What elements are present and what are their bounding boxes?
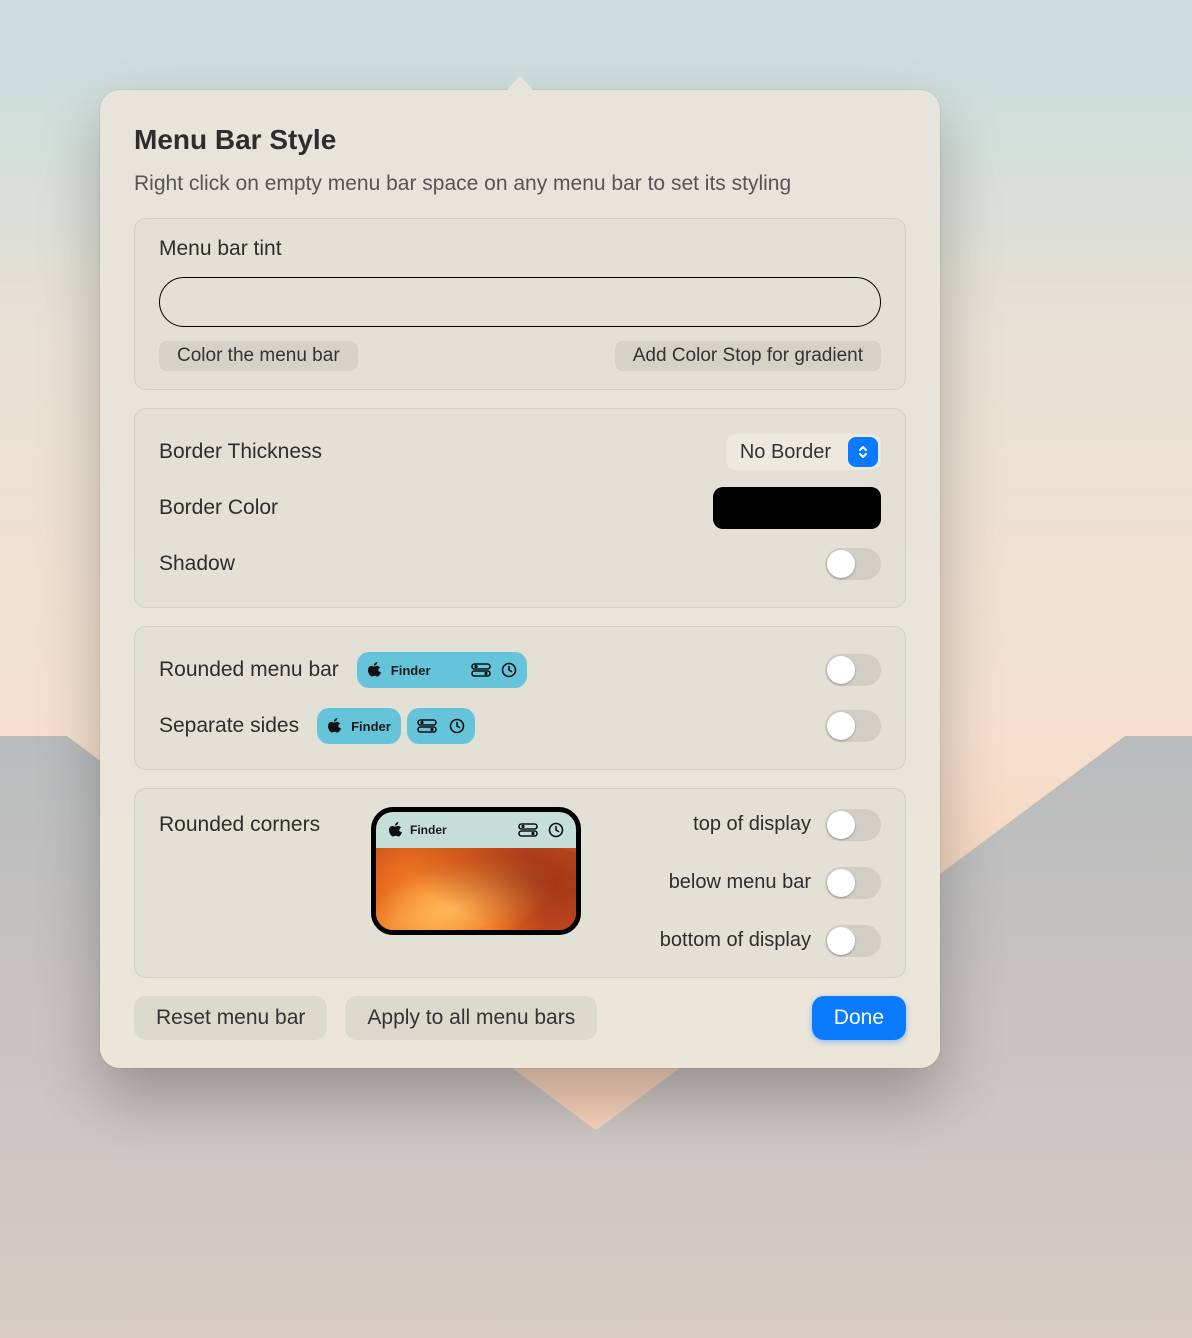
border-thickness-select[interactable]: No Border xyxy=(726,434,881,470)
top-of-display-toggle[interactable] xyxy=(825,809,881,841)
apply-to-all-button[interactable]: Apply to all menu bars xyxy=(345,996,597,1040)
add-color-stop-button[interactable]: Add Color Stop for gradient xyxy=(615,341,881,371)
tint-label: Menu bar tint xyxy=(159,237,881,261)
border-group: Border Thickness No Border Border Color … xyxy=(134,408,906,608)
top-of-display-label: top of display xyxy=(611,807,811,836)
separate-sides-toggle[interactable] xyxy=(825,710,881,742)
preview-app-name: Finder xyxy=(351,719,391,734)
border-thickness-value: No Border xyxy=(726,441,845,464)
rounded-menu-bar-toggle[interactable] xyxy=(825,654,881,686)
separate-sides-label: Separate sides xyxy=(159,714,299,738)
below-menu-bar-label: below menu bar xyxy=(611,865,811,894)
bottom-of-display-label: bottom of display xyxy=(611,923,811,952)
popover-subtitle: Right click on empty menu bar space on a… xyxy=(134,172,906,196)
rounded-menu-bar-label: Rounded menu bar xyxy=(159,658,339,682)
rounded-corners-group: Rounded corners Finder xyxy=(134,788,906,978)
apple-icon xyxy=(327,718,341,734)
menu-bar-style-popover: Menu Bar Style Right click on empty menu… xyxy=(100,90,940,1068)
chevron-up-down-icon xyxy=(848,437,878,467)
separate-sides-preview: Finder xyxy=(317,708,475,744)
preview-app-name: Finder xyxy=(410,823,447,837)
apple-icon xyxy=(388,822,402,838)
rounded-menu-bar-preview: Finder xyxy=(357,652,527,688)
preview-app-name: Finder xyxy=(391,663,431,678)
border-thickness-label: Border Thickness xyxy=(159,440,322,464)
control-center-icon xyxy=(471,663,491,677)
apple-icon xyxy=(367,662,381,678)
desktop-menu-bar-area xyxy=(0,0,1192,73)
clock-icon xyxy=(501,662,517,678)
shadow-label: Shadow xyxy=(159,552,235,576)
rounded-corners-label: Rounded corners xyxy=(159,807,320,837)
control-center-icon xyxy=(417,719,437,733)
reset-menu-bar-button[interactable]: Reset menu bar xyxy=(134,996,327,1040)
color-menu-bar-button[interactable]: Color the menu bar xyxy=(159,341,358,371)
below-menu-bar-toggle[interactable] xyxy=(825,867,881,899)
rounded-corners-preview: Finder xyxy=(371,807,581,935)
clock-icon xyxy=(449,718,465,734)
rounded-menu-bar-group: Rounded menu bar Finder xyxy=(134,626,906,770)
control-center-icon xyxy=(518,823,538,837)
clock-icon xyxy=(548,822,564,838)
tint-group: Menu bar tint Color the menu bar Add Col… xyxy=(134,218,906,390)
bottom-of-display-toggle[interactable] xyxy=(825,925,881,957)
border-color-label: Border Color xyxy=(159,496,278,520)
done-button[interactable]: Done xyxy=(812,996,906,1040)
tint-color-well[interactable] xyxy=(159,277,881,327)
shadow-toggle[interactable] xyxy=(825,548,881,580)
popover-title: Menu Bar Style xyxy=(134,124,906,156)
border-color-well[interactable] xyxy=(713,487,881,529)
popover-footer: Reset menu bar Apply to all menu bars Do… xyxy=(134,996,906,1040)
